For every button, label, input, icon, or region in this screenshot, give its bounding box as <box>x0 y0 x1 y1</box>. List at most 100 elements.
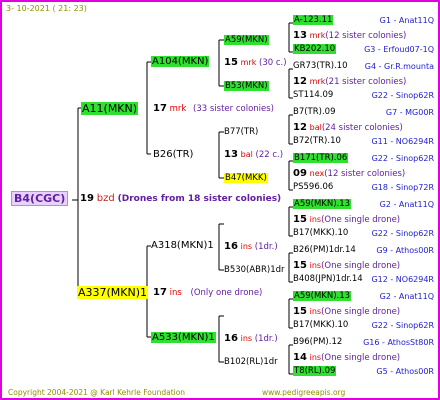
gen3-queen: A59(MKN) <box>224 35 269 46</box>
note: (One single drone) <box>321 307 401 317</box>
gen-number: 15 <box>224 57 238 68</box>
mark: ins <box>309 215 322 224</box>
gen-number: 17 <box>153 103 167 114</box>
gen4-code: G9 - Athos00R <box>376 246 434 255</box>
gen4-code: G11 - NO6294R <box>371 137 434 146</box>
gen4-queen-row: KB202.10 <box>293 44 337 55</box>
gen2-drones: 16 ins (1dr.) <box>224 333 278 345</box>
gen4-queen-row: T8(RL).09 <box>293 366 337 377</box>
gen4-drone-row: 15 ins(One single drone) <box>293 214 400 226</box>
gen4-code: G1 - Anat11Q <box>379 16 434 25</box>
mark: ins <box>240 242 253 251</box>
gen4-queen-row: ST114.09 <box>293 90 333 101</box>
gen4-code: G22 - Sinop62R <box>371 321 434 330</box>
footer-url[interactable]: www.pedigreeapis.org <box>262 387 345 398</box>
root-queen: B4(CGC) <box>11 191 69 206</box>
gen3-queen: B47(MKK) <box>224 173 268 184</box>
note: (22 c.) <box>255 150 284 160</box>
mark: ins <box>309 353 322 362</box>
gen4-code: G16 - AthosSt80R <box>363 338 434 347</box>
gen4-code: G22 - Sinop62R <box>371 154 434 163</box>
gen3-queen: B530(ABR)1dr <box>224 265 285 275</box>
gen2-queen: A318(MKN)1 <box>151 240 214 251</box>
gen2-queen: A104(MKN) <box>151 56 210 67</box>
gen4-code: G2 - Anat11Q <box>379 200 434 209</box>
gen4-queen-id: ST114.09 <box>293 90 334 100</box>
note: (One single drone) <box>321 353 401 363</box>
note: (One single drone) <box>321 215 401 225</box>
gen4-queen-row: A-123.11 <box>293 15 334 26</box>
note: (1dr.) <box>254 242 278 252</box>
gen1-drones: 17 mrk (33 sister colonies) <box>153 103 274 115</box>
gen4-code: G3 - Erfoud07-1Q <box>364 45 434 54</box>
note: (33 sister colonies) <box>193 104 275 114</box>
note: (21 sister colonies) <box>325 77 407 87</box>
gen3-queen: B53(MKN) <box>224 81 269 92</box>
note: (One single drone) <box>321 261 401 271</box>
gen4-queen-row: PS596.06 <box>293 182 333 193</box>
gen3-queen-id: A59(MKN) <box>224 35 269 45</box>
mark: mrk <box>240 58 257 67</box>
gen-number: 12 <box>293 76 307 87</box>
gen4-queen-row: B171(TR).06 <box>293 153 349 164</box>
gen4-queen-id: A-123.11 <box>293 15 334 25</box>
gen-number: 15 <box>293 260 307 271</box>
gen4-queen-id: A59(MKN).13 <box>293 291 352 301</box>
gen4-queen-id: B26(PM)1dr.14 <box>293 245 356 255</box>
mark: nex <box>309 169 325 178</box>
gen4-queen-id: B7(TR).09 <box>293 107 336 117</box>
root-gen: 19 <box>80 193 94 204</box>
gen3-queen: B102(RL)1dr <box>224 357 278 367</box>
gen4-queen-id: B408(JPN)1dr.14 <box>293 274 363 284</box>
gen4-queen-id: B17(MKK).10 <box>293 320 349 330</box>
gen4-queen-row: B17(MKK).10 <box>293 228 348 239</box>
gen4-drone-row: 12 mrk(21 sister colonies) <box>293 76 406 88</box>
gen-number: 14 <box>293 352 307 363</box>
gen-number: 12 <box>293 122 307 133</box>
gen4-queen-row: B408(JPN)1dr.14 <box>293 274 363 285</box>
gen-number: 13 <box>293 30 307 41</box>
gen4-queen-id: B72(TR).10 <box>293 136 341 146</box>
gen-number: 09 <box>293 168 307 179</box>
gen3-drones: 13 bal (22 c.) <box>224 149 283 161</box>
gen4-code: G22 - Sinop62R <box>371 229 434 238</box>
note: (12 sister colonies) <box>324 169 406 179</box>
mark: bal <box>240 150 253 159</box>
gen4-queen-id: PS596.06 <box>293 182 334 192</box>
gen4-queen-id: B17(MKK).10 <box>293 228 349 238</box>
root-note: (Drones from 18 sister colonies) <box>117 194 282 204</box>
timestamp: 3- 10-2021 ( 21: 23) <box>6 4 87 13</box>
note: (1dr.) <box>254 334 278 344</box>
gen4-queen-row: B26(PM)1dr.14 <box>293 245 356 256</box>
gen3-queen-id: B47(MKK) <box>224 173 268 183</box>
gen4-queen-id: T8(RL).09 <box>293 366 337 376</box>
gen4-code: G18 - Sinop72R <box>371 183 434 192</box>
note: (12 sister colonies) <box>325 31 407 41</box>
gen2-drones: 15 mrk (30 c.) <box>224 57 287 69</box>
gen-number: 13 <box>224 149 238 160</box>
footer-copyright: Copyright 2004-2021 @ Karl Kehrle Founda… <box>8 388 186 397</box>
gen4-queen-id: KB202.10 <box>293 44 337 54</box>
mark: mrk <box>169 104 187 114</box>
gen4-queen-row: B72(TR).10 <box>293 136 341 147</box>
gen4-queen-row: B17(MKK).10 <box>293 320 348 331</box>
gen4-drone-row: 13 mrk(12 sister colonies) <box>293 30 406 42</box>
gen4-code: G22 - Sinop62R <box>371 91 434 100</box>
gen4-queen-row: GR73(TR).10 <box>293 61 348 72</box>
gen1-queen: A337(MKN)1 <box>77 286 149 299</box>
mark: bal <box>309 123 322 132</box>
mark: ins <box>169 288 182 298</box>
gen4-queen-row: B96(PM).12 <box>293 337 342 348</box>
gen2-queen-id: A104(MKN) <box>151 56 210 67</box>
gen4-code: G5 - Athos00R <box>376 367 434 376</box>
root-drone-info: 19 bzd (Drones from 18 sister colonies) <box>80 193 281 205</box>
gen4-code: G7 - MG00R <box>385 108 434 117</box>
gen4-code: G4 - Gr.R.mounta <box>364 62 434 71</box>
gen1-queen-id: A337(MKN)1 <box>77 286 149 299</box>
gen2-queen-id: A533(MKN)1 <box>151 332 216 343</box>
gen4-code: G12 - NO6294R <box>371 275 434 284</box>
root-queen-id: B4(CGC) <box>11 191 69 206</box>
note: (Only one drone) <box>190 288 263 298</box>
gen3-queen: B77(TR) <box>224 127 259 137</box>
gen4-queen-id: A59(MKN).13 <box>293 199 352 209</box>
